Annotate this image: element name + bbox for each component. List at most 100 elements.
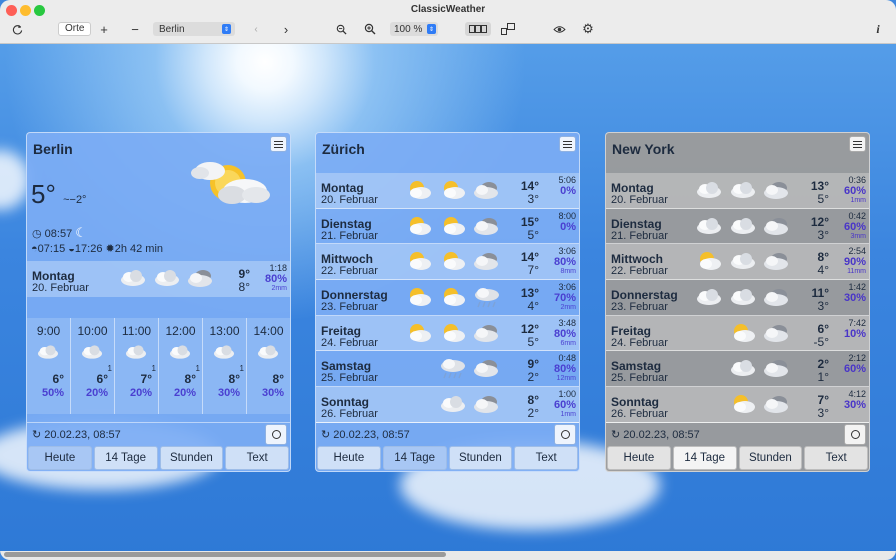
- hour-column[interactable]: 13:00 1 8° 30%: [202, 318, 246, 414]
- rain-probability: 30%: [843, 292, 866, 305]
- arrange-layout-icon[interactable]: [500, 22, 516, 36]
- cloud-icon: [731, 182, 755, 198]
- day-row[interactable]: Freitag 24. Februar 12° 5° 3:48 80% 6mm: [316, 315, 579, 352]
- tab-today[interactable]: Heute: [317, 446, 381, 470]
- hour-time: 9:00: [36, 324, 61, 338]
- cloud-icon: [731, 289, 755, 306]
- tab-hours[interactable]: Stunden: [159, 446, 224, 470]
- tab-today[interactable]: Heute: [28, 446, 92, 470]
- low-temperature: 8°: [238, 280, 250, 294]
- remove-place-button[interactable]: −: [130, 22, 140, 37]
- day-row[interactable]: Montag 20. Februar 13° 5° 0:36 60% 1mm: [606, 173, 869, 209]
- hour-rain-probability: 20%: [85, 387, 108, 399]
- info-icon[interactable]: i: [873, 22, 883, 36]
- cloud-icon: [214, 345, 234, 359]
- tab-text[interactable]: Text: [225, 446, 289, 470]
- low-temperature: 4°: [527, 299, 539, 314]
- current-time-row: ◷ 08:57 ☾: [32, 225, 87, 240]
- day-row[interactable]: Samstag 25. Februar 9° 2° 0:48 80% 12mm: [316, 351, 579, 388]
- tab-today[interactable]: Heute: [607, 446, 671, 470]
- horizontal-scrollbar[interactable]: [0, 551, 896, 560]
- location-button[interactable]: [265, 424, 287, 445]
- last-updated-time: 20.02.23, 08:57: [333, 429, 410, 441]
- sunset-icon: ◒: [68, 243, 75, 255]
- reload-icon[interactable]: [10, 22, 24, 36]
- daylight-sun-icon: ✹: [105, 243, 115, 255]
- today-forecast-row[interactable]: Montag 20. Februar 9° 8° 1:18 80% 2mm: [27, 261, 290, 297]
- location-button[interactable]: [554, 424, 576, 445]
- daylight-duration: 2h 42 min: [114, 243, 164, 255]
- sun-cloud-icon: [700, 252, 721, 271]
- dark-cloud-icon: [474, 360, 498, 378]
- hour-rain-probability: 20%: [129, 387, 152, 399]
- rain-amount: 3mm: [850, 232, 866, 240]
- rain-amount: 1mm: [850, 197, 866, 204]
- weather-panel-zurich: Zürich Montag 20. Februar 14° 3° 5:06 0% Diens…: [315, 132, 580, 472]
- rain-probability: 80%: [553, 327, 576, 340]
- cloud-icon: [258, 345, 278, 359]
- gear-icon[interactable]: ⚙: [580, 21, 596, 36]
- previous-arrow-icon[interactable]: ‹: [251, 22, 261, 36]
- panel-city-title: Berlin: [33, 141, 73, 157]
- eye-icon[interactable]: [551, 22, 567, 36]
- current-time: 08:57: [44, 228, 73, 240]
- day-date: 21. Februar: [321, 229, 378, 242]
- city-select[interactable]: Berlin ⇕: [153, 22, 235, 36]
- tab-text[interactable]: Text: [804, 446, 868, 470]
- panel-menu-button[interactable]: [559, 136, 576, 152]
- tab-hours[interactable]: Stunden: [738, 446, 803, 470]
- day-row[interactable]: Dienstag 21. Februar 15° 5° 8:00 0%: [316, 209, 579, 245]
- day-row[interactable]: Freitag 24. Februar 6° -5° 7:42 10%: [606, 315, 869, 352]
- dark-cloud-icon: [764, 360, 788, 378]
- day-name: Mittwoch: [611, 252, 663, 267]
- panel-menu-button[interactable]: [849, 136, 866, 152]
- low-temperature: 7°: [527, 263, 539, 278]
- rain-probability: 80%: [553, 363, 576, 376]
- hour-column[interactable]: 9:00 6° 50%: [27, 318, 70, 414]
- rain-amount: 11mm: [847, 268, 866, 276]
- hour-time: 10:00: [77, 324, 108, 338]
- tab-hours[interactable]: Stunden: [448, 446, 513, 470]
- tab-14-days[interactable]: 14 Tage: [672, 446, 737, 470]
- scrollbar-thumb[interactable]: [4, 552, 446, 557]
- three-panel-layout-icon[interactable]: [465, 22, 491, 36]
- hour-column[interactable]: 14:00 8° 30%: [246, 318, 290, 414]
- tab-14-days[interactable]: 14 Tage: [93, 446, 158, 470]
- rain-amount: 2mm: [560, 304, 576, 312]
- panel-menu-button[interactable]: [270, 136, 287, 152]
- dark-cloud-icon: [764, 396, 788, 414]
- hour-column[interactable]: 11:00 1 7° 20%: [114, 318, 158, 414]
- hour-column[interactable]: 12:00 1 8° 20%: [158, 318, 202, 414]
- day-date: 26. Februar: [321, 408, 378, 421]
- rain-probability: 0%: [560, 220, 576, 233]
- rain-duration: 3:06: [558, 246, 576, 257]
- day-row[interactable]: Donnerstag 23. Februar 11° 3° 1:42 30%: [606, 280, 869, 316]
- day-row[interactable]: Mittwoch 22. Februar 8° 4° 2:54 90% 11mm: [606, 244, 869, 281]
- add-place-button[interactable]: +: [99, 22, 109, 37]
- day-row[interactable]: Sonntag 26. Februar 8° 2° 1:00 60% 1mm: [316, 387, 579, 423]
- zoom-select[interactable]: 100 % ⇕: [390, 22, 438, 36]
- low-temperature: -5°: [813, 334, 829, 349]
- day-row[interactable]: Mittwoch 22. Februar 14° 7° 3:06 80% 8mm: [316, 244, 579, 281]
- location-button[interactable]: [844, 424, 866, 445]
- day-row[interactable]: Dienstag 21. Februar 12° 3° 0:42 60% 3mm: [606, 209, 869, 245]
- tab-text[interactable]: Text: [514, 446, 578, 470]
- rain-duration: 5:06: [558, 175, 576, 185]
- hour-superscript: 1: [239, 364, 244, 373]
- day-row[interactable]: Montag 20. Februar 14° 3° 5:06 0%: [316, 173, 579, 209]
- places-button[interactable]: Orte: [58, 22, 92, 36]
- day-row[interactable]: Sonntag 26. Februar 7° 3° 4:12 30%: [606, 387, 869, 423]
- cloud-icon: [126, 345, 146, 359]
- day-row[interactable]: Donnerstag 23. Februar 13° 4° 3:06 70% 2mm: [316, 280, 579, 316]
- day-row[interactable]: Samstag 25. Februar 2° 1° 2:12 60%: [606, 351, 869, 388]
- select-stepper-icon: ⇕: [222, 24, 231, 34]
- cloud-icon: [731, 253, 755, 270]
- zoom-out-icon[interactable]: [334, 22, 348, 36]
- next-arrow-icon[interactable]: ›: [281, 22, 291, 37]
- zoom-in-icon[interactable]: [363, 22, 377, 36]
- hour-column[interactable]: 10:00 1 6° 20%: [70, 318, 114, 414]
- day-name: Samstag: [611, 359, 662, 374]
- high-temperature: 7°: [817, 393, 829, 408]
- low-temperature: 5°: [527, 334, 539, 349]
- tab-14-days[interactable]: 14 Tage: [382, 446, 447, 470]
